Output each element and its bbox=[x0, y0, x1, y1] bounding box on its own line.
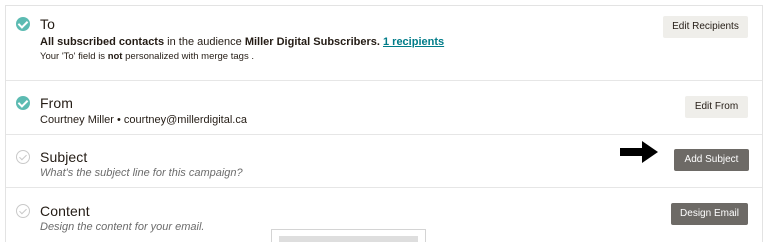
note-text: Your 'To' field is bbox=[40, 51, 108, 62]
subject-prompt: What's the subject line for this campaig… bbox=[40, 167, 243, 179]
edit-recipients-button[interactable]: Edit Recipients bbox=[663, 16, 748, 38]
section-title: To bbox=[40, 16, 55, 32]
section-title: From bbox=[40, 95, 74, 111]
campaign-checklist: To All subscribed contacts in the audien… bbox=[5, 5, 763, 242]
checklist-item-from: From Courtney Miller • courtney@millerdi… bbox=[6, 81, 762, 135]
recipients-summary: All subscribed contacts in the audience … bbox=[40, 36, 444, 48]
note-emphasis: not bbox=[107, 51, 123, 62]
arrow-right-icon bbox=[620, 141, 658, 163]
preview-header-bar bbox=[279, 236, 418, 242]
campaign-checklist-page: To All subscribed contacts in the audien… bbox=[0, 0, 768, 242]
check-incomplete-icon bbox=[16, 150, 30, 164]
sender-details: Courtney Miller • courtney@millerdigital… bbox=[40, 114, 247, 126]
note-text-end: personalized with merge tags . bbox=[122, 51, 254, 62]
checklist-item-to: To All subscribed contacts in the audien… bbox=[6, 6, 762, 81]
section-title: Subject bbox=[40, 149, 88, 165]
add-subject-button[interactable]: Add Subject bbox=[674, 149, 749, 171]
section-title: Content bbox=[40, 203, 90, 219]
recipients-count-link[interactable]: 1 recipients bbox=[383, 36, 444, 48]
check-complete-icon bbox=[16, 96, 30, 110]
audience-name: Miller Digital Subscribers. bbox=[244, 36, 380, 48]
check-complete-icon bbox=[16, 17, 30, 31]
check-incomplete-icon bbox=[16, 204, 30, 218]
segment-label: All subscribed contacts bbox=[40, 36, 165, 48]
email-preview-thumbnail[interactable] bbox=[271, 229, 426, 242]
merge-tag-note: Your 'To' field is not personalized with… bbox=[40, 51, 254, 62]
design-email-button[interactable]: Design Email bbox=[671, 203, 748, 225]
edit-from-button[interactable]: Edit From bbox=[685, 96, 748, 118]
summary-text: in the audience bbox=[164, 36, 245, 48]
content-prompt: Design the content for your email. bbox=[40, 221, 205, 233]
